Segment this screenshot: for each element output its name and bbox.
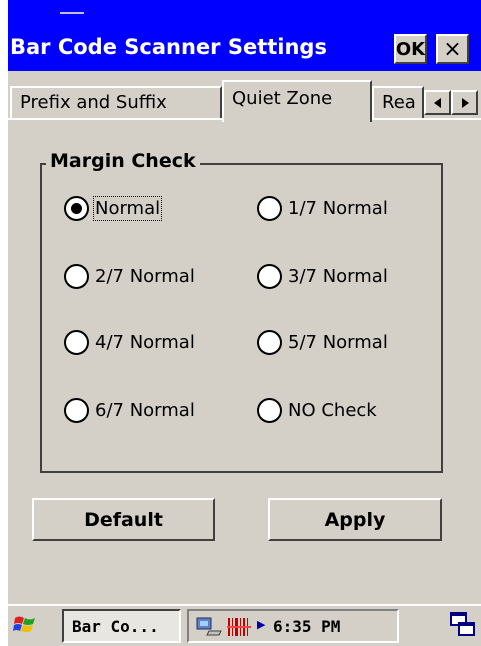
radio-3-7-normal[interactable]: 3/7 Normal xyxy=(257,259,388,293)
arrow-icon[interactable]: ▶ xyxy=(257,618,265,631)
radio-label: 6/7 Normal xyxy=(95,399,195,421)
system-tray: ▶ 6:35 PM xyxy=(187,609,399,643)
screen: Bar Code Scanner Settings OK × Prefix an… xyxy=(8,0,481,646)
close-button[interactable]: × xyxy=(436,34,469,64)
tab-strip: Prefix and Suffix Quiet Zone Rea xyxy=(8,80,481,124)
tab-prefix-and-suffix[interactable]: Prefix and Suffix xyxy=(10,86,222,119)
radio-selected-dot xyxy=(71,202,82,214)
top-strip xyxy=(8,0,481,25)
radio-circle[interactable] xyxy=(64,195,89,221)
tab-scroll-right-button[interactable] xyxy=(451,90,478,115)
radio-label: 4/7 Normal xyxy=(95,331,195,353)
tab-read[interactable]: Rea xyxy=(372,86,424,119)
radio-label: Normal xyxy=(92,195,163,221)
tab-quiet-zone[interactable]: Quiet Zone xyxy=(222,80,372,122)
radio-circle[interactable] xyxy=(257,263,282,289)
radio-circle[interactable] xyxy=(64,263,89,289)
radio-4-7-normal[interactable]: 4/7 Normal xyxy=(64,325,195,359)
tab-scroll-left-button[interactable] xyxy=(424,90,451,115)
radio-circle[interactable] xyxy=(257,195,282,221)
radio-1-7-normal[interactable]: 1/7 Normal xyxy=(257,191,388,225)
radio-label: 2/7 Normal xyxy=(95,265,195,287)
radio-label: 1/7 Normal xyxy=(288,197,388,219)
radio-label: NO Check xyxy=(288,399,377,421)
apply-button[interactable]: Apply xyxy=(268,498,442,541)
barcode-icon[interactable] xyxy=(227,616,253,638)
default-button[interactable]: Default xyxy=(32,498,215,541)
radio-5-7-normal[interactable]: 5/7 Normal xyxy=(257,325,388,359)
title-bar: Bar Code Scanner Settings OK × xyxy=(8,25,481,71)
radio-normal[interactable]: Normal xyxy=(64,191,163,225)
taskbar: Bar Co... ▶ 6:35 PM xyxy=(8,604,481,646)
network-icon[interactable] xyxy=(195,615,223,639)
taskbar-app-button[interactable]: Bar Co... xyxy=(62,609,181,643)
window-title: Bar Code Scanner Settings xyxy=(10,35,327,59)
ok-button[interactable]: OK xyxy=(394,34,427,64)
triangle-right-icon xyxy=(461,97,469,108)
clock[interactable]: 6:35 PM xyxy=(273,617,340,636)
radio-no-check[interactable]: NO Check xyxy=(257,393,377,427)
windows-flag-icon[interactable] xyxy=(12,612,38,638)
triangle-left-icon xyxy=(433,97,441,108)
radio-2-7-normal[interactable]: 2/7 Normal xyxy=(64,259,195,293)
radio-circle[interactable] xyxy=(257,329,282,355)
margin-check-label: Margin Check xyxy=(46,150,200,172)
radio-circle[interactable] xyxy=(64,397,89,423)
radio-circle[interactable] xyxy=(64,329,89,355)
radio-circle[interactable] xyxy=(257,397,282,423)
desktop-windows-icon[interactable] xyxy=(450,612,476,638)
radio-label: 5/7 Normal xyxy=(288,331,388,353)
radio-6-7-normal[interactable]: 6/7 Normal xyxy=(64,393,195,427)
radio-label: 3/7 Normal xyxy=(288,265,388,287)
